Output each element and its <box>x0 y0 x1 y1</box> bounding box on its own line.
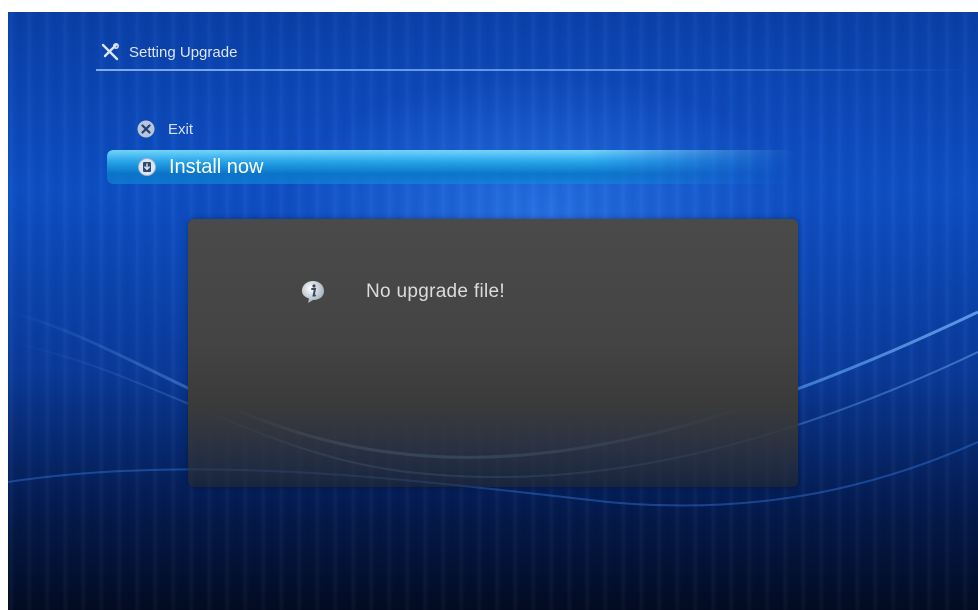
menu-item-label: Install now <box>169 155 264 178</box>
tools-icon <box>101 42 120 61</box>
info-icon <box>302 281 324 303</box>
upgrade-screen: Setting Upgrade Exit Install now No upgr… <box>8 12 978 610</box>
message-dialog: No upgrade file! <box>188 219 798 487</box>
page-title: Setting Upgrade <box>129 43 238 61</box>
menu-item-label: Exit <box>168 120 194 138</box>
close-circle-icon <box>137 120 155 138</box>
header-divider <box>96 69 966 71</box>
menu-item-exit[interactable]: Exit <box>136 117 193 141</box>
header: Setting Upgrade <box>100 40 237 64</box>
dialog-message: No upgrade file! <box>366 281 505 302</box>
menu-item-install[interactable]: Install now <box>107 150 264 184</box>
install-icon <box>138 158 156 176</box>
dialog-content: No upgrade file! <box>300 279 505 305</box>
